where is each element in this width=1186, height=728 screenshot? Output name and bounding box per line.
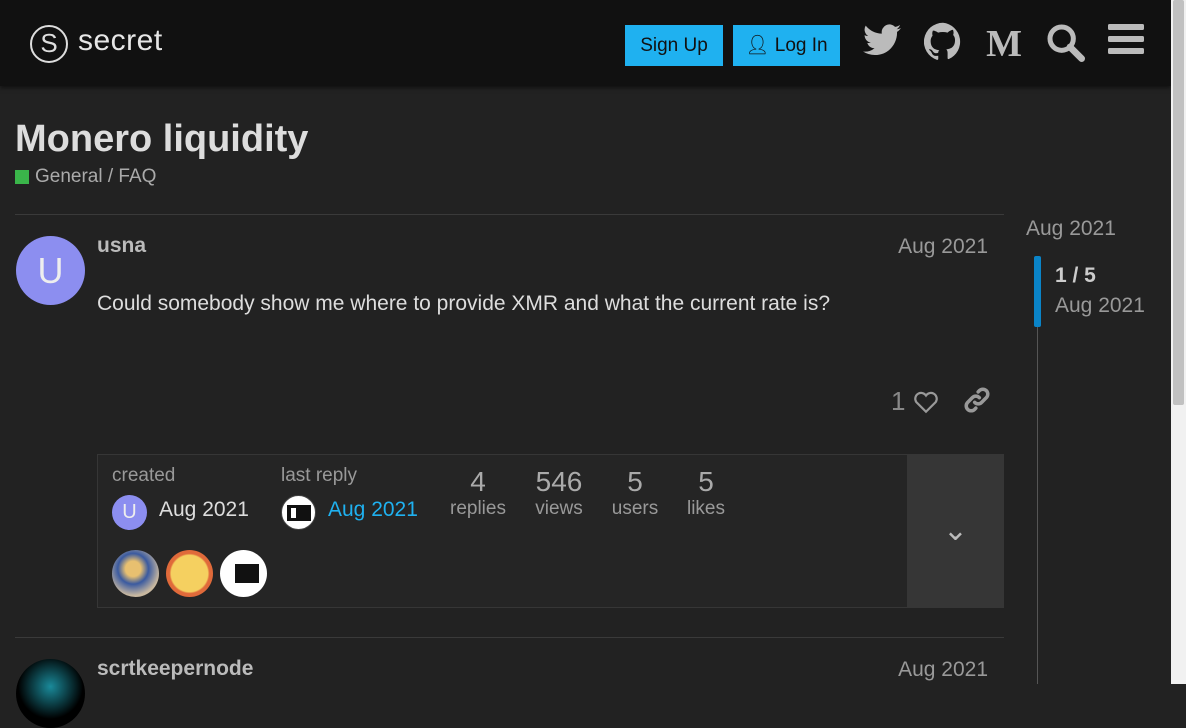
search-icon[interactable] — [1043, 22, 1087, 66]
like-count: 1 — [891, 386, 906, 416]
hamburger-menu-icon[interactable] — [1104, 22, 1148, 66]
created-label: created — [112, 465, 176, 486]
last-reply-date[interactable]: Aug 2021 — [328, 498, 418, 522]
log-in-label: Log In — [774, 35, 828, 56]
user-icon: 👤︎ — [745, 35, 770, 56]
post-username[interactable]: scrtkeepernode — [97, 657, 253, 681]
stat-views: 546 views — [535, 466, 583, 519]
log-in-button[interactable]: 👤︎ Log In — [733, 25, 840, 66]
avatar[interactable] — [16, 659, 85, 728]
logo-text[interactable]: secret — [78, 24, 163, 58]
secret-logo-icon[interactable]: S — [30, 25, 68, 63]
category-badge[interactable]: General / FAQ — [15, 166, 156, 188]
divider — [15, 214, 1004, 215]
medium-icon[interactable]: M — [982, 22, 1026, 66]
category-label: General / FAQ — [35, 166, 157, 187]
stat-likes: 5 likes — [686, 466, 725, 519]
expand-topic-map-button[interactable]: ⌄ — [907, 454, 1004, 608]
timeline-start-date[interactable]: Aug 2021 — [1026, 217, 1116, 241]
category-color-square — [15, 170, 29, 184]
last-reply-label: last reply — [281, 465, 358, 486]
participant-avatar[interactable] — [220, 550, 267, 597]
chevron-down-icon: ⌄ — [942, 514, 969, 547]
topic-title[interactable]: Monero liquidity — [15, 118, 308, 161]
post-date[interactable]: Aug 2021 — [898, 235, 988, 259]
post-date[interactable]: Aug 2021 — [898, 658, 988, 682]
participant-avatar[interactable] — [112, 550, 159, 597]
stat-users: 5 users — [611, 466, 659, 519]
timeline-current-date: Aug 2021 — [1055, 294, 1145, 317]
github-icon[interactable] — [921, 22, 965, 66]
timeline-position: 1 / 5 — [1055, 264, 1096, 287]
stat-replies: 4 replies — [450, 466, 506, 519]
site-header: S secret Sign Up 👤︎ Log In M — [0, 0, 1171, 86]
twitter-icon[interactable] — [860, 22, 904, 66]
created-date: Aug 2021 — [159, 498, 249, 521]
heart-icon — [914, 391, 939, 413]
scrollbar-thumb[interactable] — [1173, 0, 1184, 405]
link-icon[interactable] — [963, 386, 991, 419]
last-reply-avatar[interactable] — [281, 495, 316, 530]
participant-avatar[interactable] — [166, 550, 213, 597]
sign-up-button[interactable]: Sign Up — [625, 25, 723, 66]
avatar[interactable]: U — [16, 236, 85, 305]
timeline-handle[interactable] — [1034, 256, 1041, 327]
post-username[interactable]: usna — [97, 234, 146, 258]
divider — [15, 637, 1004, 638]
post-body: Could somebody show me where to provide … — [97, 292, 831, 315]
like-button[interactable]: 1 — [891, 386, 939, 417]
created-avatar[interactable]: U — [112, 495, 147, 530]
